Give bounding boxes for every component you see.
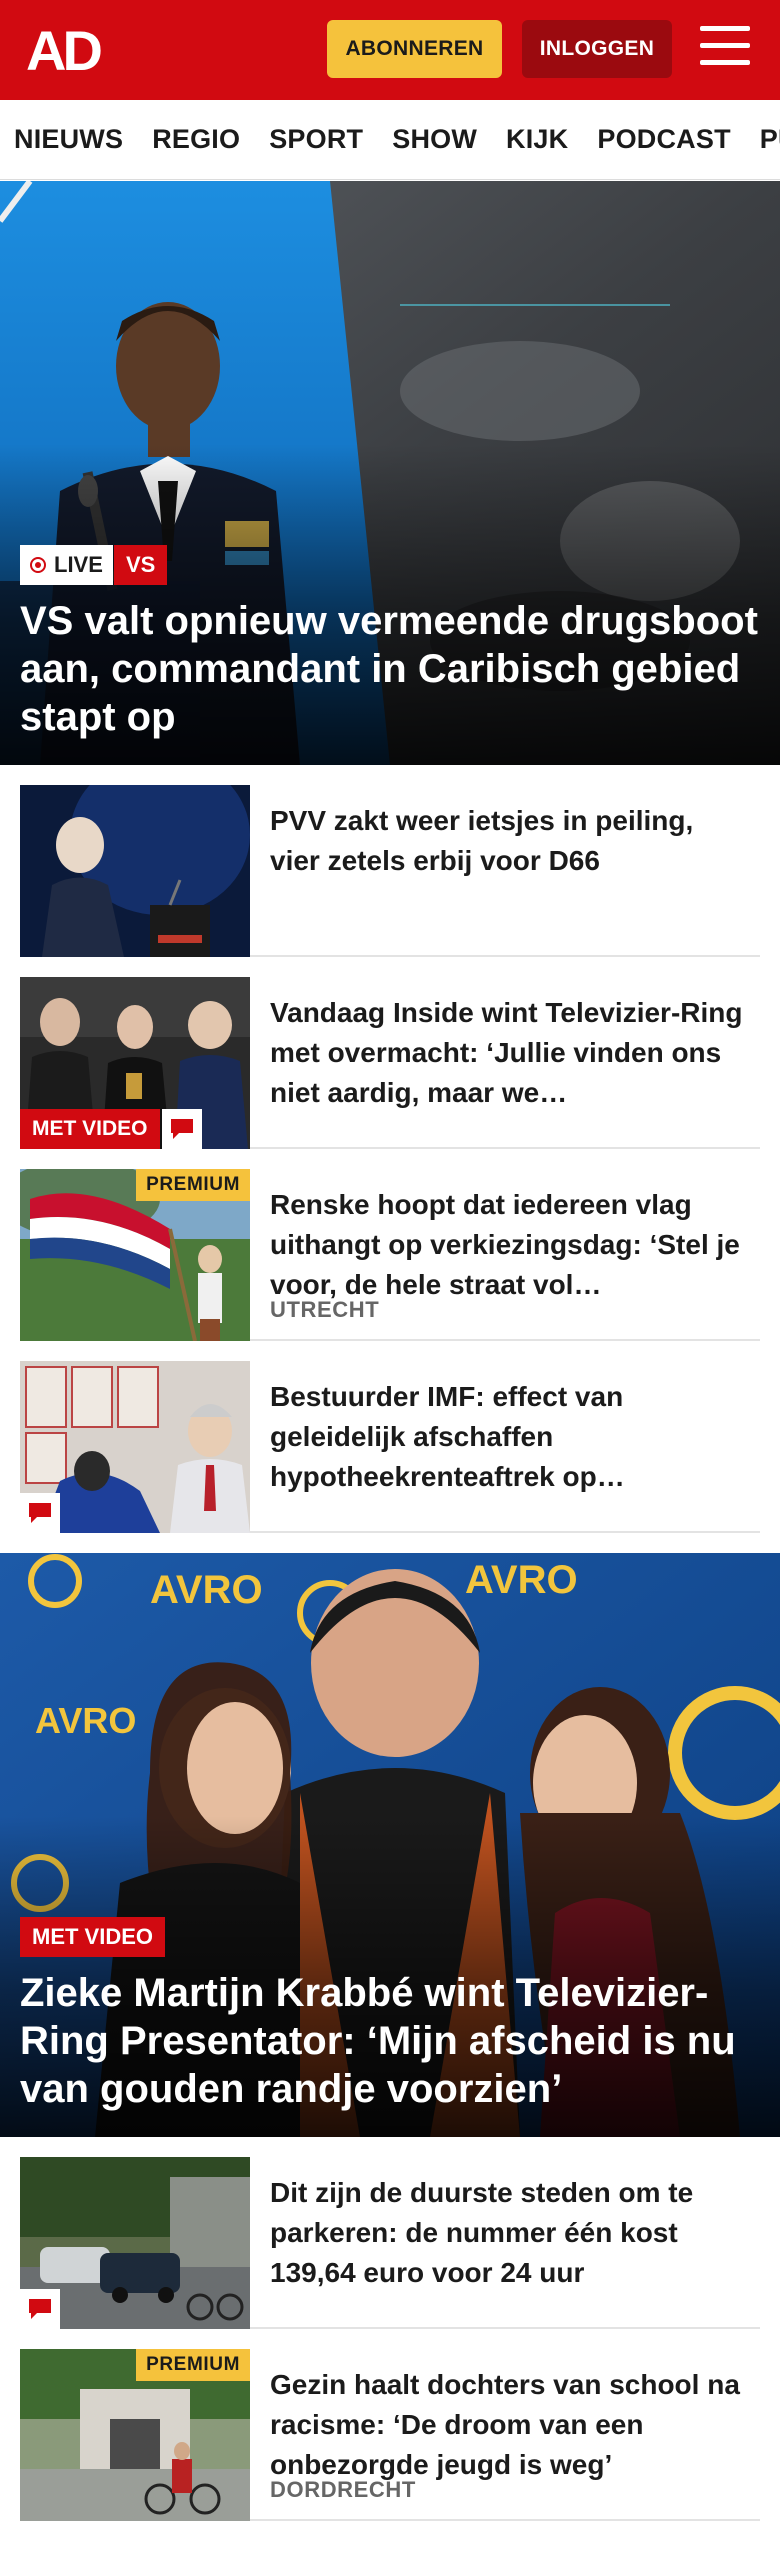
tag-badge[interactable]: VS [114,545,168,585]
thumb-image-politician [20,785,250,957]
top-header: AD ABONNEREN INLOGGEN [0,0,780,100]
premium-badge: PREMIUM [136,1169,250,1201]
premium-badge: PREMIUM [136,2349,250,2381]
nav-item-sport[interactable]: SPORT [269,124,363,155]
hero-article-krabbe[interactable]: AVRO AVRO AVRO MET VIDEO Zieke Martijn K… [0,1553,780,2137]
article-title[interactable]: Dit zijn de duurste steden om te parkere… [270,2173,750,2293]
article-region[interactable]: DORDRECHT [270,2477,416,2503]
article-title[interactable]: Bestuurder IMF: effect van geleidelijk a… [270,1377,750,1497]
hero-article-drugsboot[interactable]: LIVE VS VS valt opnieuw vermeende drugsb… [0,181,780,765]
hero-title[interactable]: VS valt opnieuw vermeende drugsboot aan,… [20,597,762,741]
video-badge: MET VIDEO [20,1917,166,1957]
article-title[interactable]: Vandaag Inside wint Televizier-Ring met … [270,993,750,1113]
video-badge: MET VIDEO [20,1109,160,1149]
nav-item-puzzel[interactable]: PUZZ [760,124,780,155]
comment-icon [162,1109,202,1149]
article-item-vandaag-inside[interactable]: MET VIDEO Vandaag Inside wint Televizier… [20,977,760,1149]
logo-watermark-2: AVRO [465,1558,578,1602]
nav-item-podcast[interactable]: PODCAST [597,124,730,155]
article-thumb [20,785,250,957]
section-nav: NIEUWS REGIO SPORT SHOW KIJK PODCAST PUZ… [0,100,780,180]
article-item-parkeren[interactable]: Dit zijn de duurste steden om te parkere… [20,2157,760,2329]
hamburger-menu-icon[interactable] [700,26,752,72]
article-title[interactable]: Renske hoopt dat iedereen vlag uithangt … [270,1185,750,1305]
nav-item-regio[interactable]: REGIO [152,124,240,155]
comment-icon [20,1493,60,1533]
ad-logo[interactable]: AD [26,19,116,82]
live-badge: LIVE [20,545,113,585]
article-item-pvv[interactable]: PVV zakt weer ietsjes in peiling, vier z… [20,785,760,957]
article-region[interactable]: UTRECHT [270,1297,379,1323]
hero-title[interactable]: Zieke Martijn Krabbé wint Televizier-Rin… [20,1969,762,2113]
comment-icon [20,2289,60,2329]
live-dot-icon [30,557,46,573]
logo-text: AD [26,26,101,76]
nav-item-nieuws[interactable]: NIEUWS [14,124,123,155]
article-title[interactable]: Gezin haalt dochters van school na racis… [270,2365,750,2485]
article-item-racisme[interactable]: PREMIUM Gezin haalt dochters van school … [20,2349,760,2521]
login-button[interactable]: INLOGGEN [522,20,672,78]
subscribe-button[interactable]: ABONNEREN [327,20,502,78]
live-label: LIVE [54,552,103,577]
article-item-renske-vlag[interactable]: PREMIUM Renske hoopt dat iedereen vlag u… [20,1169,760,1341]
logo-watermark-1: AVRO [150,1568,263,1612]
nav-item-show[interactable]: SHOW [392,124,477,155]
nav-item-kijk[interactable]: KIJK [506,124,568,155]
logo-watermark-3: AVRO [35,1700,136,1741]
article-item-imf[interactable]: Bestuurder IMF: effect van geleidelijk a… [20,1361,760,1533]
article-title[interactable]: PVV zakt weer ietsjes in peiling, vier z… [270,801,750,881]
